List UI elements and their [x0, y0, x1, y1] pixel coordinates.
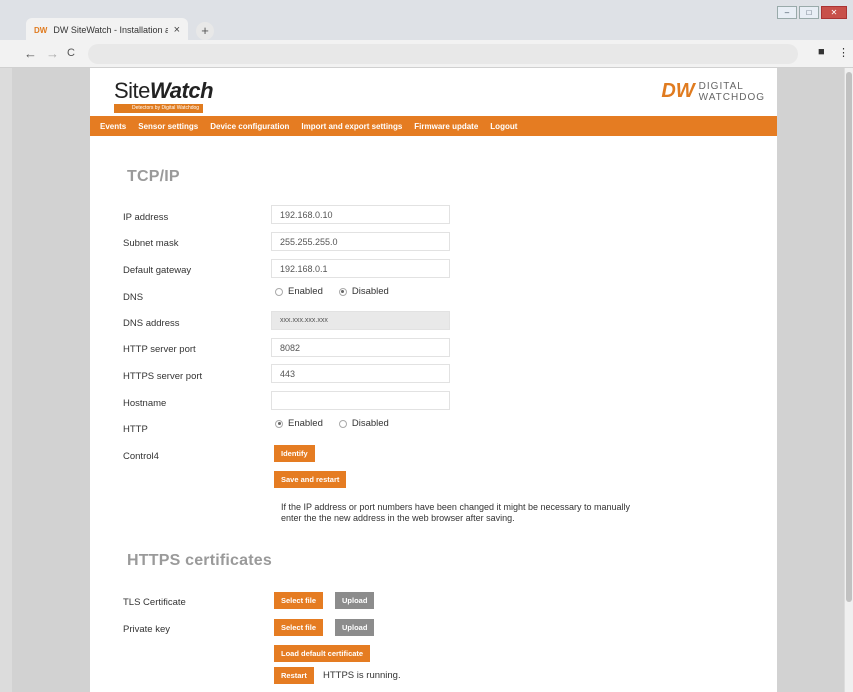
https-certificates-title: HTTPS certificates	[127, 552, 272, 569]
radio-selected-icon[interactable]	[275, 419, 283, 428]
dns-address-field: xxx.xxx.xxx.xxx	[271, 311, 450, 330]
logo-site: Site	[114, 78, 150, 103]
dw-favicon-icon: DW	[34, 25, 48, 35]
tab-title: DW SiteWatch - Installation and	[53, 25, 168, 35]
hostname-label: Hostname	[123, 398, 167, 409]
browser-menu-icon[interactable]: ⋮	[838, 46, 849, 59]
restart-button[interactable]: Restart	[274, 667, 314, 684]
https-port-field[interactable]: 443	[271, 364, 450, 383]
brand-line-1: DIGITAL	[698, 80, 744, 92]
page-content: SiteWatch Detectors by Digital Watchdog …	[90, 68, 777, 692]
ip-address-label: IP address	[123, 212, 169, 223]
brand-line-2: WATCHDOG	[698, 91, 765, 103]
menu-events[interactable]: Events	[100, 122, 126, 131]
save-and-restart-button[interactable]: Save and restart	[274, 471, 347, 488]
dns-address-label: DNS address	[123, 318, 180, 329]
menu-sensor-settings[interactable]: Sensor settings	[138, 122, 198, 131]
window-controls: – □ ✕	[777, 6, 847, 19]
key-select-file-button[interactable]: Select file	[274, 619, 324, 636]
tcpip-title: TCP/IP	[127, 168, 180, 185]
http-disabled-option[interactable]: Disabled	[338, 418, 389, 429]
vertical-scrollbar[interactable]	[844, 68, 853, 692]
menu-logout[interactable]: Logout	[490, 122, 517, 131]
dns-radio-group: Enabled Disabled	[275, 286, 405, 297]
close-tab-icon[interactable]: ×	[174, 24, 180, 36]
menu-device-configuration[interactable]: Device configuration	[210, 122, 289, 131]
http-enabled-option[interactable]: Enabled	[275, 418, 323, 429]
tls-upload-button[interactable]: Upload	[335, 592, 375, 609]
dns-disabled-option[interactable]: Disabled	[338, 286, 389, 297]
tls-select-file-button[interactable]: Select file	[274, 592, 324, 609]
browser-toolbar: ← → C ■ ⋮	[0, 40, 853, 68]
back-arrow-icon[interactable]: ←	[24, 46, 37, 61]
address-bar[interactable]	[88, 44, 798, 64]
maximize-icon[interactable]: □	[799, 6, 819, 19]
close-window-icon[interactable]: ✕	[821, 6, 847, 19]
https-status-text: HTTPS is running.	[323, 670, 401, 681]
dns-label: DNS	[123, 292, 144, 303]
scrollbar-thumb[interactable]	[846, 72, 852, 602]
default-gateway-field[interactable]: 192.168.0.1	[271, 259, 450, 278]
identify-button[interactable]: Identify	[274, 445, 315, 462]
new-tab-button[interactable]: +	[196, 22, 214, 40]
http-disabled-label: Disabled	[351, 418, 389, 429]
private-key-label: Private key	[123, 624, 170, 635]
menu-firmware-update[interactable]: Firmware update	[414, 122, 478, 131]
load-default-certificate-button[interactable]: Load default certificate	[274, 645, 371, 662]
radio-icon[interactable]	[338, 419, 347, 428]
browser-tab[interactable]: DW DW SiteWatch - Installation and ×	[26, 18, 188, 42]
browser-tabstrip: DW DW SiteWatch - Installation and × + –…	[0, 0, 853, 42]
minimize-icon[interactable]: –	[777, 6, 797, 19]
radio-icon[interactable]	[275, 287, 283, 296]
http-port-label: HTTP server port	[123, 344, 196, 355]
http-enabled-label: Enabled	[288, 418, 323, 429]
radio-selected-icon[interactable]	[338, 287, 347, 296]
menu-import-export[interactable]: Import and export settings	[301, 122, 402, 131]
logo-tagline: Detectors by Digital Watchdog	[114, 104, 204, 113]
subnet-mask-label: Subnet mask	[123, 238, 179, 249]
lock-profile-icon[interactable]: ■	[818, 46, 825, 58]
http-label: HTTP	[123, 424, 148, 435]
control4-label: Control4	[123, 451, 159, 462]
http-radio-group: Enabled Disabled	[275, 418, 405, 429]
page-header: SiteWatch Detectors by Digital Watchdog …	[90, 68, 777, 116]
ip-address-field[interactable]: 192.168.0.10	[271, 205, 450, 224]
main-menu: Events Sensor settings Device configurat…	[90, 116, 777, 136]
http-port-field[interactable]: 8082	[271, 338, 450, 357]
key-upload-button[interactable]: Upload	[335, 619, 375, 636]
dns-enabled-option[interactable]: Enabled	[275, 286, 323, 297]
https-port-label: HTTPS server port	[123, 371, 203, 382]
sitewatch-logo: SiteWatch Detectors by Digital Watchdog	[114, 78, 214, 113]
dw-brand-mark: DW	[661, 80, 695, 102]
logo-watch: Watch	[149, 78, 214, 103]
digital-watchdog-logo: DW DIGITAL WATCHDOG	[661, 80, 765, 103]
dns-disabled-label: Disabled	[351, 286, 389, 297]
ip-change-note: If the IP address or port numbers have b…	[281, 502, 631, 523]
default-gateway-label: Default gateway	[123, 265, 192, 276]
hostname-field[interactable]	[271, 391, 450, 410]
subnet-mask-field[interactable]: 255.255.255.0	[271, 232, 450, 251]
reload-icon[interactable]: C	[67, 47, 75, 59]
tls-certificate-label: TLS Certificate	[123, 597, 186, 608]
forward-arrow-icon[interactable]: →	[46, 46, 59, 61]
dns-enabled-label: Enabled	[288, 286, 323, 297]
